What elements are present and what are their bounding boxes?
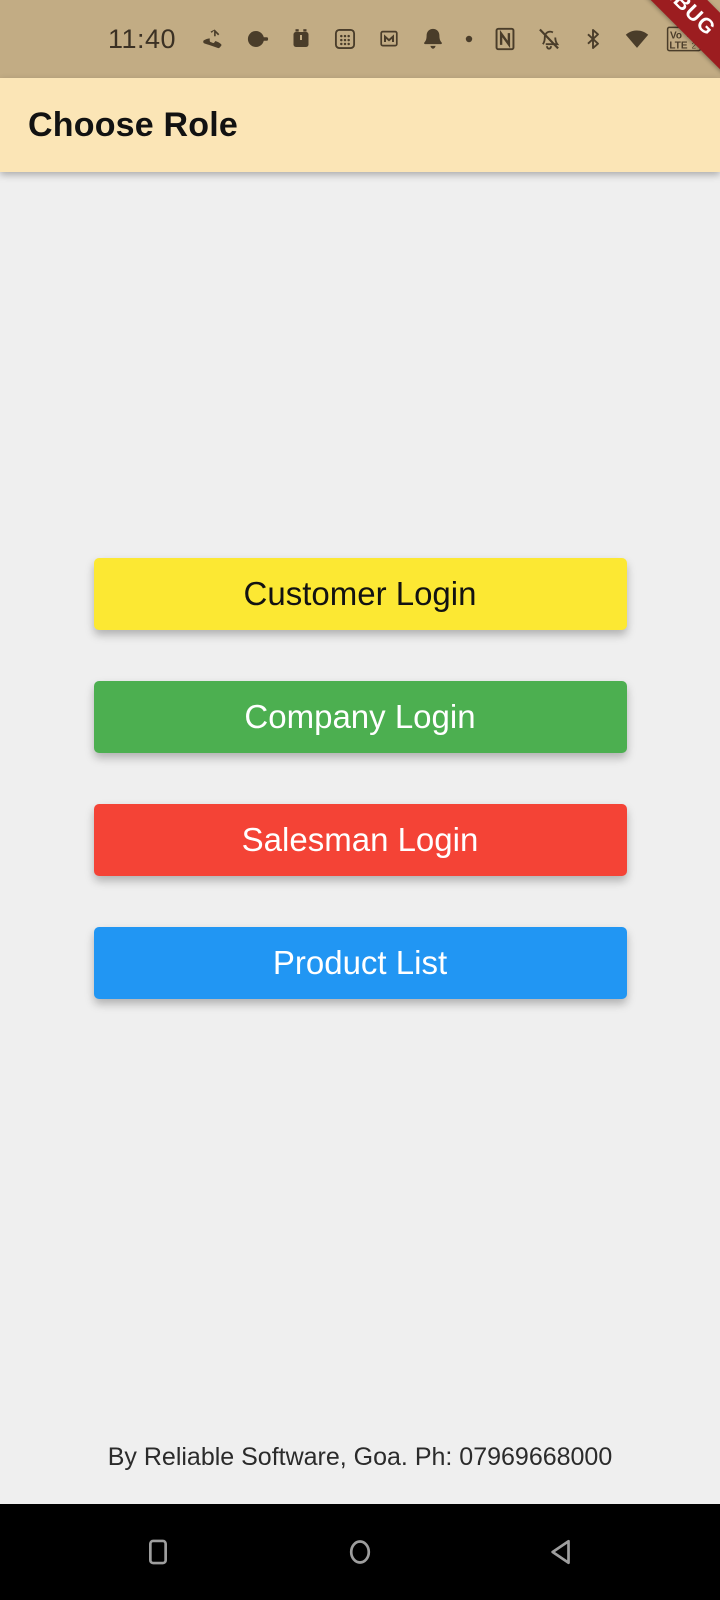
- bluetooth-icon: [578, 24, 608, 54]
- salesman-login-button-label: Salesman Login: [241, 821, 479, 858]
- status-clock: 11:40: [108, 23, 177, 54]
- role-button-list: Customer Login Company Login Salesman Lo…: [0, 558, 720, 999]
- square-icon: [141, 1535, 175, 1569]
- back-button[interactable]: [534, 1524, 590, 1580]
- bell-muted-icon: [534, 24, 564, 54]
- company-login-button[interactable]: Company Login: [93, 681, 627, 753]
- alarm-clock-icon: [286, 24, 316, 54]
- page-title: Choose Role: [28, 105, 239, 144]
- salesman-login-button[interactable]: Salesman Login: [93, 804, 627, 876]
- m-app-icon: [374, 24, 404, 54]
- alarm-snooze-icon: [242, 24, 272, 54]
- footer-credit: By Reliable Software, Goa. Ph: 079696680…: [107, 1443, 613, 1471]
- triangle-left-icon: [545, 1535, 579, 1569]
- phone-screen: 11:40 Vo LTE 2 DEBUG Choose Role Custome…: [0, 0, 720, 1600]
- app-bar: Choose Role: [0, 78, 720, 172]
- calculator-icon: [330, 24, 360, 54]
- missed-call-icon: [198, 24, 228, 54]
- product-list-button-label: Product List: [272, 944, 448, 981]
- customer-login-button-label: Customer Login: [243, 575, 477, 612]
- product-list-button[interactable]: Product List: [93, 927, 627, 999]
- svg-text:LTE: LTE: [669, 40, 687, 51]
- recents-button[interactable]: [130, 1524, 186, 1580]
- notification-bell-icon: [418, 24, 448, 54]
- home-button[interactable]: [332, 1524, 388, 1580]
- dot-icon: [462, 24, 476, 54]
- android-nav-bar: [0, 1504, 720, 1600]
- status-bar: 11:40 Vo LTE 2 DEBUG: [0, 0, 720, 78]
- wifi-icon: [622, 24, 652, 54]
- status-icon-tray: Vo 1 LTE 2: [198, 24, 720, 54]
- main-content: Customer Login Company Login Salesman Lo…: [0, 172, 720, 1504]
- company-login-button-label: Company Login: [244, 698, 476, 735]
- nfc-icon: [490, 24, 520, 54]
- customer-login-button[interactable]: Customer Login: [93, 558, 627, 630]
- circle-icon: [343, 1535, 377, 1569]
